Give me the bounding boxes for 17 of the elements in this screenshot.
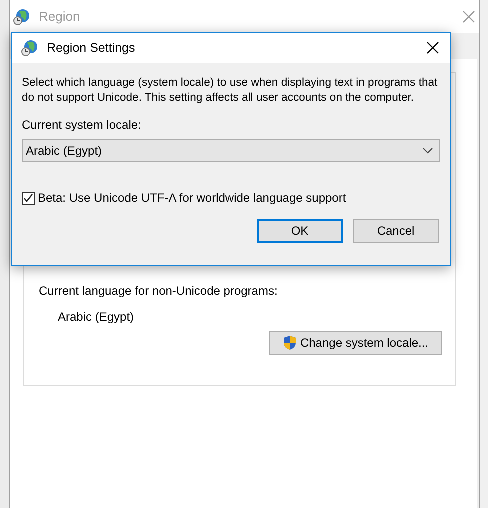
window-title: Region <box>39 8 80 26</box>
change-system-locale-button[interactable]: Change system locale... <box>269 331 442 355</box>
checkmark-icon <box>23 192 34 204</box>
current-language-label: Current language for non-Unicode programs: <box>39 283 279 300</box>
locale-label: Current system locale: <box>22 117 142 134</box>
chevron-down-icon <box>423 148 433 154</box>
globe-icon <box>13 8 31 26</box>
current-language-value: Arabic (Egypt) <box>57 309 136 326</box>
dialog-title: Region Settings <box>47 40 136 57</box>
beta-checkbox[interactable]: Beta: Use Unicode UTF-Λ for worldwide language support <box>22 189 440 207</box>
dialog-button[interactable]: Cancel <box>353 219 439 243</box>
description-text: Select which language (system locale) to use when displaying text in programs that do not support Unicode. This setting affects all user accounts on the computer. <box>22 76 439 106</box>
close-icon[interactable] <box>427 42 439 54</box>
globe-icon <box>21 39 39 57</box>
shield-icon <box>282 335 298 351</box>
locale-dropdown[interactable]: Arabic (Egypt) <box>22 139 440 162</box>
dialog-button[interactable]: OK <box>257 219 343 243</box>
